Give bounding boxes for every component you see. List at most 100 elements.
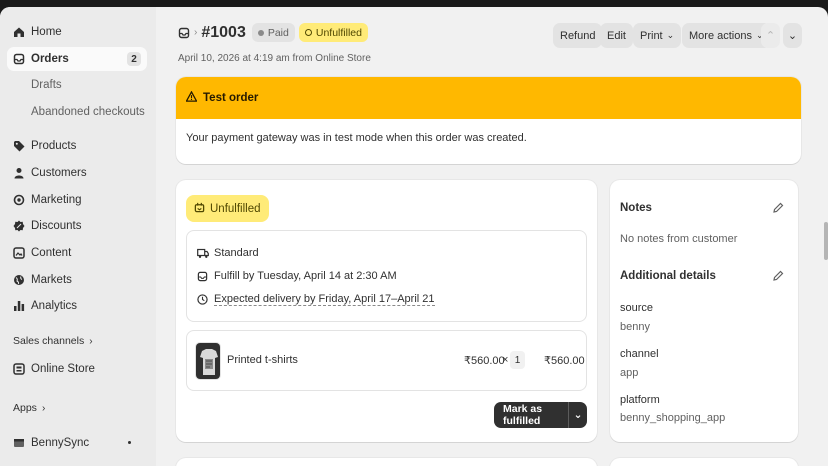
more-dot-icon[interactable] xyxy=(128,441,131,444)
orders-icon[interactable] xyxy=(178,27,190,39)
edit-additional-details-pencil-icon[interactable] xyxy=(772,270,784,282)
app-icon xyxy=(13,437,25,449)
orders-count-badge: 2 xyxy=(127,52,141,66)
banner-title: Test order xyxy=(203,92,259,104)
app-frame: Home Orders 2 Drafts Abandoned checkouts… xyxy=(0,7,828,466)
fulfillment-status-label: Unfulfilled xyxy=(315,26,362,39)
clock-icon xyxy=(197,294,209,305)
print-label: Print xyxy=(640,29,663,42)
multiply-sign: × xyxy=(502,354,509,366)
sales-channels-label: Sales channels xyxy=(13,335,85,347)
store-icon xyxy=(13,363,25,375)
delivery-details-box: Standard Fulfill by Tuesday, April 14 at… xyxy=(186,230,587,322)
fulfill-options-chevron-down-icon[interactable]: ⌄ xyxy=(568,402,587,428)
chevron-up-icon: ⌃ xyxy=(765,30,776,42)
product-name-link[interactable]: Printed t-shirts xyxy=(227,354,298,366)
additional-details-title: Additional details xyxy=(620,270,716,282)
sales-channels-heading[interactable]: Sales channels › xyxy=(13,335,93,347)
sidebar-item-content[interactable]: Content xyxy=(7,241,147,265)
sidebar-item-label: Orders xyxy=(31,53,69,65)
sidebar-item-orders[interactable]: Orders 2 xyxy=(7,47,147,71)
next-order-button[interactable]: ⌄ xyxy=(783,23,802,48)
sidebar-item-home[interactable]: Home xyxy=(7,20,147,44)
next-card xyxy=(176,458,597,466)
expected-delivery-date[interactable]: Expected delivery by Friday, April 17–Ap… xyxy=(214,293,435,306)
more-actions-button[interactable]: More actions ⌄ xyxy=(682,23,771,48)
tag-icon xyxy=(13,140,25,152)
apps-heading[interactable]: Apps › xyxy=(13,402,45,414)
notes-empty-text: No notes from customer xyxy=(620,233,738,245)
person-icon xyxy=(13,167,25,179)
sidebar-item-drafts[interactable]: Drafts xyxy=(7,73,147,97)
sidebar-item-label: BennySync xyxy=(31,437,90,449)
page-title: #1003 xyxy=(201,23,246,41)
expected-delivery-row: Expected delivery by Friday, April 17–Ap… xyxy=(197,293,435,306)
line-item: Printed t-shirts ₹560.00 × 1 ₹560.00 xyxy=(186,330,587,391)
unfulfilled-status-pill: Unfulfilled xyxy=(186,195,269,222)
test-order-banner: Test order Your payment gateway was in t… xyxy=(176,77,801,164)
sidebar-item-customers[interactable]: Customers xyxy=(7,161,147,185)
orders-icon xyxy=(13,53,25,65)
refund-button[interactable]: Refund xyxy=(553,23,603,48)
detail-label-platform: platform xyxy=(620,394,660,406)
status-dot-icon xyxy=(257,29,264,36)
sidebar-item-label: Online Store xyxy=(31,363,95,375)
chevron-right-icon: › xyxy=(194,27,198,38)
fulfill-by-date: Fulfill by Tuesday, April 14 at 2:30 AM xyxy=(214,270,397,282)
detail-value-platform: benny_shopping_app xyxy=(620,412,726,424)
banner-header: Test order xyxy=(176,77,801,119)
apps-label: Apps xyxy=(13,402,37,414)
payment-status-badge: Paid xyxy=(251,23,295,42)
print-button[interactable]: Print ⌄ xyxy=(633,23,682,48)
sidebar-item-analytics[interactable]: Analytics xyxy=(7,294,147,318)
sidebar-item-products[interactable]: Products xyxy=(7,134,147,158)
line-total: ₹560.00 xyxy=(544,355,585,367)
chevron-down-icon: ⌄ xyxy=(787,30,798,42)
fulfill-by-row: Fulfill by Tuesday, April 14 at 2:30 AM xyxy=(197,270,397,282)
mark-as-fulfilled-button[interactable]: Mark as fulfilled ⌄ xyxy=(494,402,587,428)
sidebar-item-label: Home xyxy=(31,26,62,38)
sidebar: Home Orders 2 Drafts Abandoned checkouts… xyxy=(0,7,156,466)
bar-chart-icon xyxy=(13,300,25,312)
detail-label-channel: channel xyxy=(620,348,659,360)
sidebar-item-bennysync[interactable]: BennySync xyxy=(7,431,147,455)
sidebar-item-label: Drafts xyxy=(31,79,62,91)
next-side-card xyxy=(610,458,798,466)
sidebar-item-label: Products xyxy=(31,140,77,152)
detail-label-source: source xyxy=(620,302,654,314)
sidebar-item-marketing[interactable]: Marketing xyxy=(7,188,147,212)
shipping-method-row: Standard xyxy=(197,247,259,259)
quantity-badge: 1 xyxy=(510,351,525,369)
sidebar-item-discounts[interactable]: Discounts xyxy=(7,214,147,238)
sidebar-item-label: Marketing xyxy=(31,194,82,206)
sidebar-item-online-store[interactable]: Online Store xyxy=(7,357,147,381)
more-actions-label: More actions xyxy=(689,29,752,42)
chevron-down-icon: ⌄ xyxy=(666,30,675,40)
sidebar-item-abandoned-checkouts[interactable]: Abandoned checkouts xyxy=(7,100,147,124)
home-icon xyxy=(13,26,25,38)
warning-icon xyxy=(185,90,198,105)
package-icon xyxy=(194,202,205,216)
unit-price: ₹560.00 xyxy=(464,355,505,367)
mark-as-fulfilled-label: Mark as fulfilled xyxy=(503,403,543,427)
sidebar-item-label: Customers xyxy=(31,167,87,179)
main-content: › #1003 Paid Unfulfilled April 10, 2026 … xyxy=(156,7,828,466)
chevron-right-icon: › xyxy=(89,335,93,347)
detail-value-channel: app xyxy=(620,367,639,379)
order-header: › #1003 Paid Unfulfilled xyxy=(178,23,372,42)
scrollbar[interactable] xyxy=(824,222,828,260)
notes-title: Notes xyxy=(620,202,652,214)
edit-button[interactable]: Edit xyxy=(600,23,633,48)
sidebar-item-label: Content xyxy=(31,247,72,259)
unfulfilled-status-label: Unfulfilled xyxy=(210,202,261,215)
banner-message: Your payment gateway was in test mode wh… xyxy=(186,132,527,144)
previous-order-button[interactable]: ⌃ xyxy=(761,23,780,48)
sidebar-item-markets[interactable]: Markets xyxy=(7,268,147,292)
globe-icon xyxy=(13,274,25,286)
edit-notes-pencil-icon[interactable] xyxy=(772,202,784,214)
detail-value-source: benny xyxy=(620,321,650,333)
shipping-method: Standard xyxy=(214,247,259,259)
sidebar-item-label: Markets xyxy=(31,274,72,286)
chevron-right-icon: › xyxy=(41,402,46,414)
product-thumbnail[interactable] xyxy=(195,342,221,380)
